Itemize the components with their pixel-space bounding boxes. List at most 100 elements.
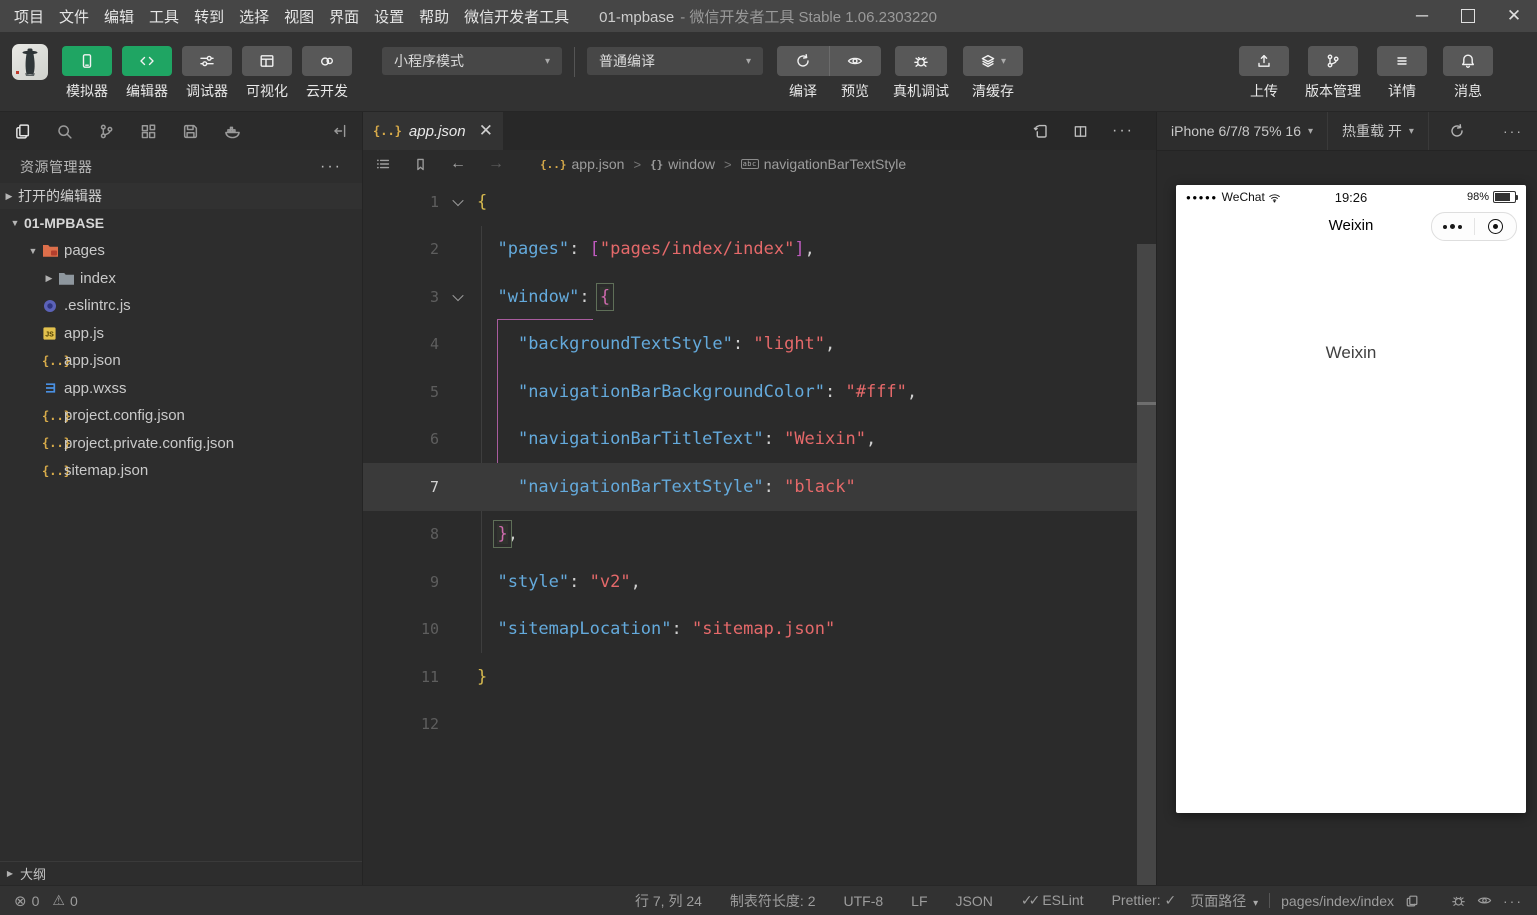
- code-line[interactable]: 4 "backgroundTextStyle": "light",: [363, 321, 1156, 369]
- extensions-icon[interactable]: [140, 123, 157, 140]
- code-line[interactable]: 6 "navigationBarTitleText": "Weixin",: [363, 416, 1156, 464]
- outline-list-icon[interactable]: [375, 156, 391, 172]
- open-editors-section[interactable]: ▶ 打开的编辑器: [0, 183, 362, 209]
- tree-item[interactable]: ▼pages: [0, 237, 362, 265]
- user-avatar[interactable]: [12, 44, 48, 80]
- minimize-button[interactable]: ─: [1399, 0, 1445, 32]
- preview-icon[interactable]: [1477, 893, 1492, 908]
- docker-icon[interactable]: [224, 123, 241, 140]
- compile-button[interactable]: [777, 46, 829, 76]
- menu-item[interactable]: 界面: [329, 6, 359, 27]
- breadcrumb-item[interactable]: abcnavigationBarTextStyle: [741, 156, 907, 172]
- code-line[interactable]: 11}: [363, 653, 1156, 701]
- menu-item[interactable]: 微信开发者工具: [464, 6, 569, 27]
- tree-item[interactable]: .eslintrc.js: [0, 292, 362, 320]
- statusbar-more-icon[interactable]: ···: [1503, 893, 1523, 909]
- code-line[interactable]: 5 "navigationBarBackgroundColor": "#fff"…: [363, 368, 1156, 416]
- mode-select[interactable]: 小程序模式▾: [382, 47, 562, 75]
- action-branch-button[interactable]: 版本管理: [1305, 46, 1361, 101]
- action-bell-button[interactable]: 消息: [1443, 46, 1493, 101]
- tool-button-code[interactable]: 编辑器: [122, 46, 172, 101]
- debug-icon[interactable]: [1451, 893, 1466, 908]
- capsule-menu[interactable]: [1431, 212, 1517, 241]
- menu-item[interactable]: 帮助: [419, 6, 449, 27]
- project-root-item[interactable]: ▼ 01-MPBASE: [0, 209, 362, 237]
- search-icon[interactable]: [56, 123, 73, 140]
- back-icon[interactable]: ←: [450, 155, 466, 173]
- code-line[interactable]: 1{: [363, 178, 1156, 226]
- menu-item[interactable]: 编辑: [104, 6, 134, 27]
- tree-item[interactable]: JSapp.js: [0, 320, 362, 348]
- code-line[interactable]: 10 "sitemapLocation": "sitemap.json": [363, 606, 1156, 654]
- close-tab-icon[interactable]: ✕: [479, 121, 493, 141]
- phone-screen[interactable]: ●●●●● WeChat 19:26 98% Weixin Weixin: [1176, 185, 1526, 813]
- menu-item[interactable]: 转到: [194, 6, 224, 27]
- tree-item[interactable]: {..}project.config.json: [0, 402, 362, 430]
- breadcrumb-item[interactable]: {..}app.json: [540, 156, 624, 172]
- device-debug-button[interactable]: 真机调试: [893, 46, 949, 101]
- statusbar-item[interactable]: 制表符长度: 2: [730, 891, 816, 911]
- close-button[interactable]: ✕: [1491, 0, 1537, 32]
- menu-item[interactable]: 文件: [59, 6, 89, 27]
- open-changes-icon[interactable]: [1033, 123, 1049, 139]
- files-icon[interactable]: [14, 123, 31, 140]
- prettier-status[interactable]: Prettier: ✓: [1112, 892, 1177, 909]
- simulator-more-icon[interactable]: ···: [1489, 123, 1537, 139]
- refresh-simulator-icon[interactable]: [1435, 123, 1479, 139]
- statusbar-item[interactable]: LF: [911, 893, 927, 909]
- clear-cache-button[interactable]: ▾清缓存: [963, 46, 1023, 101]
- compile-mode-select[interactable]: 普通编译▾: [587, 47, 763, 75]
- code-line[interactable]: 9 "style": "v2",: [363, 558, 1156, 606]
- tree-item[interactable]: {..}app.json: [0, 347, 362, 375]
- collapse-sidebar-icon[interactable]: [332, 123, 348, 139]
- statusbar-item[interactable]: JSON: [956, 893, 993, 909]
- device-select[interactable]: iPhone 6/7/8 75% 16 ▾: [1157, 123, 1327, 139]
- tool-button-cloud[interactable]: 云开发: [302, 46, 352, 101]
- maximize-button[interactable]: [1445, 0, 1491, 32]
- tool-button-phone[interactable]: 模拟器: [62, 46, 112, 101]
- more-actions-icon[interactable]: ···: [320, 158, 342, 176]
- breadcrumb-item[interactable]: {}window: [650, 156, 715, 172]
- code-line[interactable]: 8 },: [363, 511, 1156, 559]
- tree-item[interactable]: app.wxss: [0, 375, 362, 403]
- page-path-select[interactable]: 页面路径 ▾: [1190, 891, 1258, 911]
- tree-item[interactable]: ▶index: [0, 265, 362, 293]
- tool-button-layout[interactable]: 可视化: [242, 46, 292, 101]
- editor-scrollbar[interactable]: [1137, 244, 1156, 885]
- outline-section[interactable]: ▶ 大纲: [0, 861, 362, 885]
- action-menu-button[interactable]: 详情: [1377, 46, 1427, 101]
- tree-item[interactable]: {..}project.private.config.json: [0, 430, 362, 458]
- warnings-icon[interactable]: ⚠: [52, 892, 65, 909]
- statusbar-item[interactable]: UTF-8: [844, 893, 884, 909]
- menu-item[interactable]: 选择: [239, 6, 269, 27]
- capsule-close-icon[interactable]: [1475, 219, 1517, 234]
- bookmark-icon[interactable]: [413, 157, 428, 172]
- code-editor[interactable]: 1{2 "pages": ["pages/index/index"],3 "wi…: [363, 178, 1156, 885]
- menu-item[interactable]: 工具: [149, 6, 179, 27]
- forward-icon[interactable]: →: [488, 155, 504, 173]
- preview-button[interactable]: [829, 46, 882, 76]
- tree-item[interactable]: {..}sitemap.json: [0, 457, 362, 485]
- code-line[interactable]: 3 "window": {: [363, 273, 1156, 321]
- code-line[interactable]: 12: [363, 701, 1156, 749]
- errors-icon[interactable]: ⊗: [14, 892, 27, 910]
- split-editor-icon[interactable]: [1073, 124, 1088, 139]
- tab-app-json[interactable]: {..} app.json ✕: [363, 112, 503, 150]
- statusbar-item[interactable]: 行 7, 列 24: [635, 891, 702, 911]
- editor-more-actions-icon[interactable]: ···: [1112, 122, 1134, 140]
- menu-item[interactable]: 项目: [14, 6, 44, 27]
- tool-button-sliders[interactable]: 调试器: [182, 46, 232, 101]
- copy-path-icon[interactable]: [1405, 894, 1419, 908]
- hot-reload-toggle[interactable]: 热重载 开 ▾: [1328, 121, 1428, 141]
- menu-item[interactable]: 视图: [284, 6, 314, 27]
- fold-chevron-icon[interactable]: [439, 198, 477, 206]
- action-upload-button[interactable]: 上传: [1239, 46, 1289, 101]
- eslint-status[interactable]: ✓✓ESLint: [1021, 892, 1084, 909]
- save-icon[interactable]: [182, 123, 199, 140]
- code-line[interactable]: 7 "navigationBarTextStyle": "black": [363, 463, 1156, 511]
- source-control-icon[interactable]: [98, 123, 115, 140]
- capsule-more-icon[interactable]: [1432, 224, 1474, 229]
- fold-chevron-icon[interactable]: [439, 293, 477, 301]
- code-line[interactable]: 2 "pages": ["pages/index/index"],: [363, 226, 1156, 274]
- menu-item[interactable]: 设置: [374, 6, 404, 27]
